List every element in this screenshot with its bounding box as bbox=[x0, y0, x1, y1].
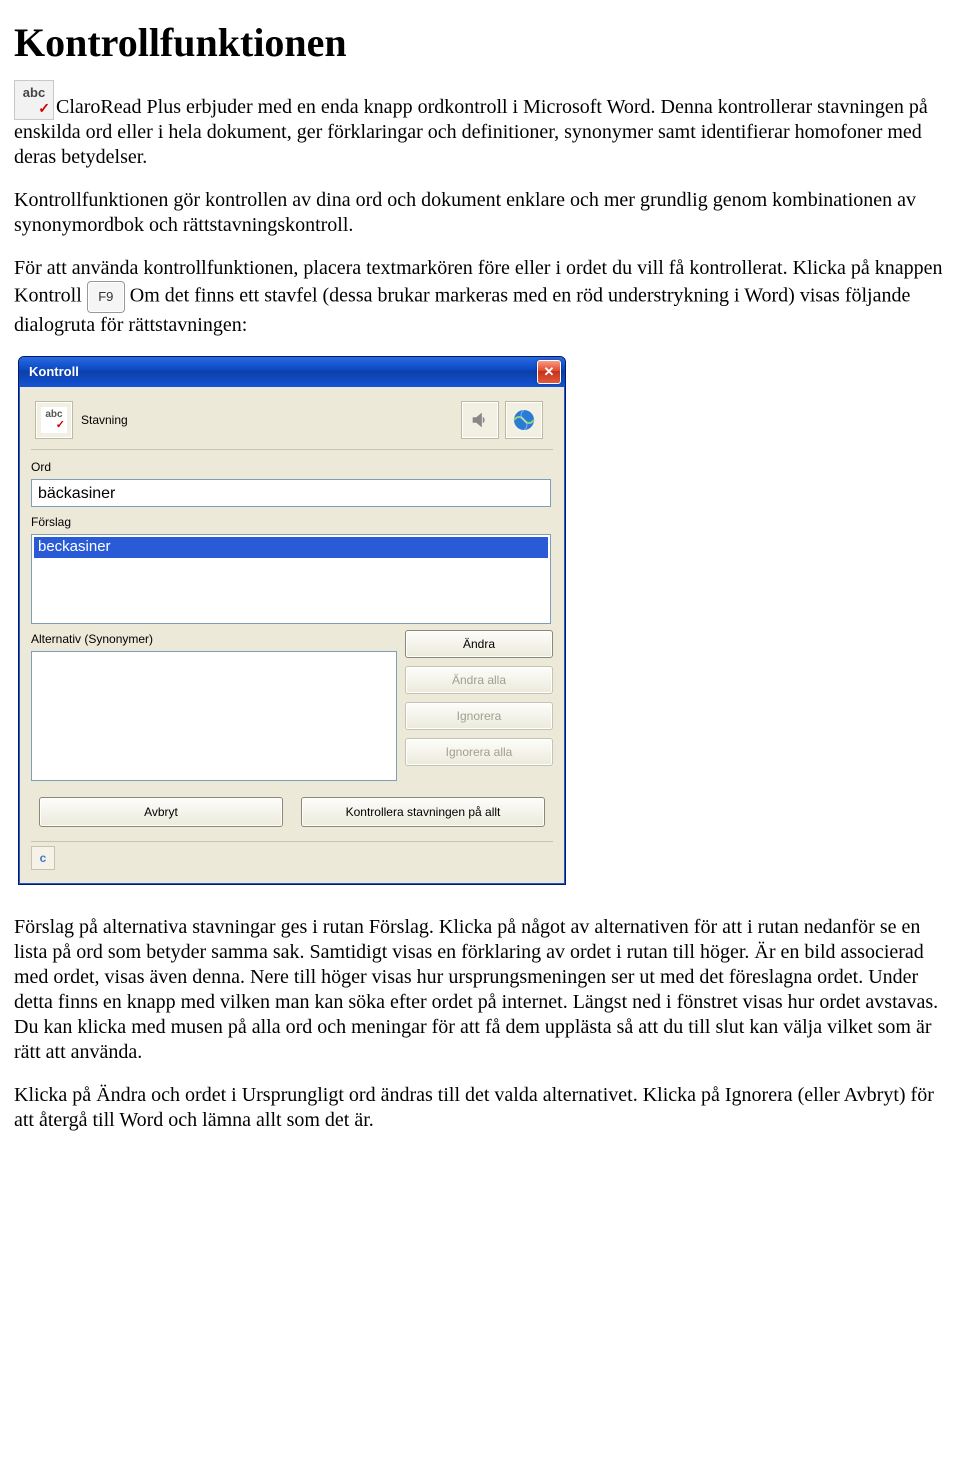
dialog-title: Kontroll bbox=[29, 364, 79, 380]
intro-text-3b: Om det finns ett stavfel (dessa brukar m… bbox=[14, 285, 910, 336]
abc-check-icon bbox=[14, 80, 54, 120]
dialog-toolbar: Stavning bbox=[31, 397, 553, 450]
kontroll-dialog: Kontroll ✕ Stavning Ord bäckasiner Försl… bbox=[18, 356, 566, 885]
dialog-titlebar[interactable]: Kontroll ✕ bbox=[19, 357, 565, 387]
abc-check-icon[interactable] bbox=[35, 401, 73, 439]
status-indicator[interactable]: c bbox=[31, 846, 55, 870]
f9-key-icon bbox=[87, 281, 125, 313]
close-icon[interactable]: ✕ bbox=[537, 360, 561, 384]
tab-stavning-label[interactable]: Stavning bbox=[81, 413, 128, 428]
intro-paragraph-2: Kontrollfunktionen gör kontrollen av din… bbox=[14, 188, 946, 238]
globe-icon[interactable] bbox=[505, 401, 543, 439]
speaker-icon[interactable] bbox=[461, 401, 499, 439]
ignorera-button[interactable]: Ignorera bbox=[405, 702, 553, 730]
intro-text-1: ClaroRead Plus erbjuder med en enda knap… bbox=[14, 96, 928, 168]
kontrollera-allt-button[interactable]: Kontrollera stavningen på allt bbox=[301, 797, 545, 827]
forslag-listbox[interactable]: beckasiner bbox=[31, 534, 551, 624]
avbryt-button[interactable]: Avbryt bbox=[39, 797, 283, 827]
page-title: Kontrollfunktionen bbox=[14, 18, 946, 68]
ord-input[interactable]: bäckasiner bbox=[31, 479, 551, 507]
dialog-statusbar: c bbox=[31, 841, 553, 870]
forslag-item-selected[interactable]: beckasiner bbox=[34, 537, 548, 558]
alternativ-label: Alternativ (Synonymer) bbox=[31, 632, 397, 647]
alternativ-listbox[interactable] bbox=[31, 651, 397, 781]
explain-paragraph-2: Klicka på Ändra och ordet i Ursprungligt… bbox=[14, 1083, 946, 1133]
andra-alla-button[interactable]: Ändra alla bbox=[405, 666, 553, 694]
intro-paragraph-1: ClaroRead Plus erbjuder med en enda knap… bbox=[14, 80, 946, 170]
ignorera-alla-button[interactable]: Ignorera alla bbox=[405, 738, 553, 766]
explain-paragraph-1: Förslag på alternativa stavningar ges i … bbox=[14, 915, 946, 1065]
intro-paragraph-3: För att använda kontrollfunktionen, plac… bbox=[14, 256, 946, 338]
andra-button[interactable]: Ändra bbox=[405, 630, 553, 658]
forslag-label: Förslag bbox=[31, 515, 553, 530]
ord-label: Ord bbox=[31, 460, 553, 475]
